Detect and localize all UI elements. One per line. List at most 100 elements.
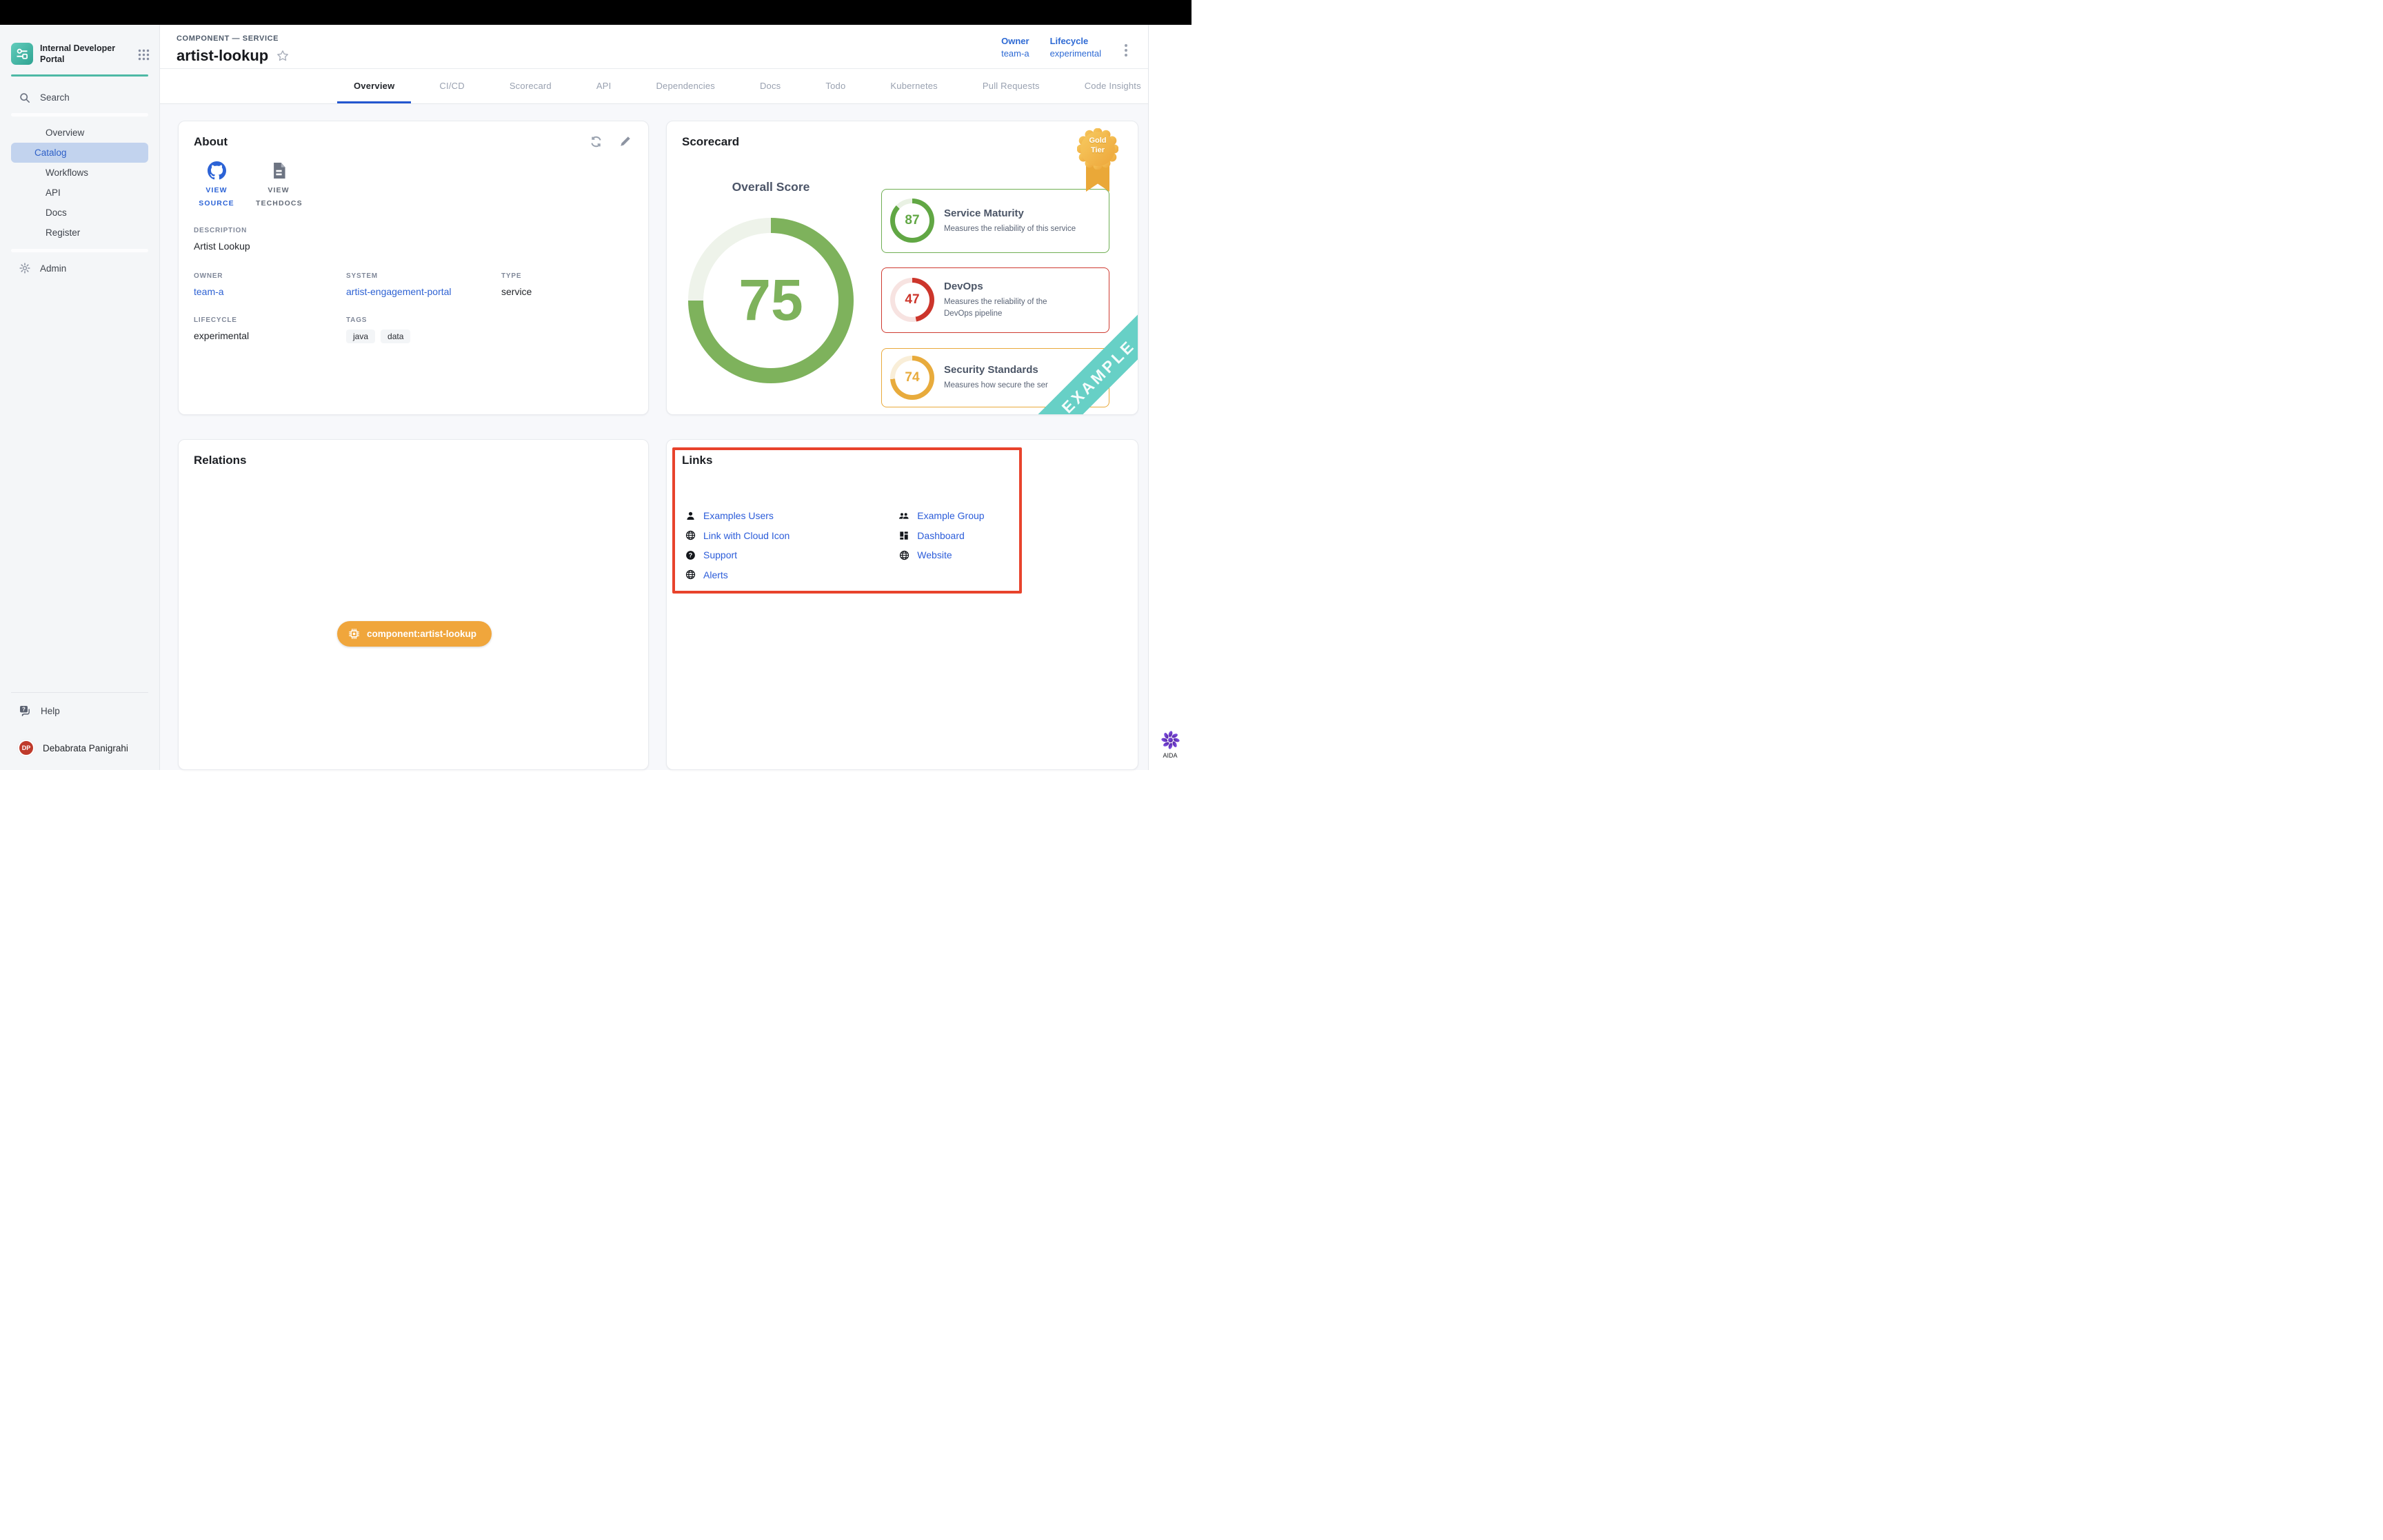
sliders-logo-icon bbox=[14, 45, 30, 62]
github-icon bbox=[208, 161, 226, 180]
entity-kind-eyebrow: COMPONENT — SERVICE bbox=[177, 34, 289, 43]
overall-score-donut: 75 bbox=[688, 218, 854, 383]
favorite-star-icon[interactable] bbox=[276, 50, 289, 62]
tag-chip[interactable]: data bbox=[381, 330, 410, 343]
search-icon bbox=[19, 92, 30, 103]
globe-icon bbox=[899, 550, 909, 560]
tab-todo[interactable]: Todo bbox=[809, 69, 862, 103]
aida-label: AIDA bbox=[1163, 752, 1177, 759]
sidebar-bottom-divider bbox=[11, 692, 148, 693]
owner-field-value[interactable]: team-a bbox=[194, 286, 346, 297]
sidebar-item-catalog[interactable]: Catalog bbox=[11, 143, 148, 163]
sidebar-search-label: Search bbox=[40, 92, 70, 103]
right-rail: AIDA bbox=[1148, 25, 1192, 770]
view-source-button[interactable]: VIEW SOURCE bbox=[194, 161, 239, 210]
lifecycle-about-field: LIFECYCLE experimental bbox=[194, 316, 346, 343]
kebab-menu-icon[interactable] bbox=[1122, 40, 1130, 61]
tags-field-label: TAGS bbox=[346, 316, 501, 324]
sidebar-item-docs[interactable]: Docs bbox=[11, 203, 148, 223]
tab-api[interactable]: API bbox=[580, 69, 628, 103]
metric-card-devops[interactable]: 47 DevOps Measures the reliability of th… bbox=[881, 267, 1109, 333]
tab-dependencies[interactable]: Dependencies bbox=[639, 69, 732, 103]
link-dashboard[interactable]: Dashboard bbox=[898, 525, 984, 545]
user-menu[interactable]: DP Debabrata Panigrahi bbox=[11, 740, 148, 756]
brand: Internal Developer Portal bbox=[0, 25, 159, 65]
gold-badge-line1: Gold bbox=[1077, 136, 1118, 146]
sidebar-item-help[interactable]: ? Help bbox=[11, 704, 148, 718]
svg-text:?: ? bbox=[22, 707, 26, 713]
sidebar-item-register[interactable]: Register bbox=[11, 223, 148, 243]
system-field-value[interactable]: artist-engagement-portal bbox=[346, 286, 501, 297]
nav-separator bbox=[11, 113, 148, 116]
gold-tier-badge: Gold Tier bbox=[1077, 128, 1118, 170]
metric-name: Service Maturity bbox=[944, 207, 1076, 219]
sidebar-item-admin[interactable]: Admin bbox=[11, 259, 148, 278]
people-icon bbox=[898, 511, 909, 521]
owner-value[interactable]: team-a bbox=[1001, 48, 1029, 59]
view-techdocs-label-line1: VIEW bbox=[256, 184, 301, 197]
view-techdocs-button[interactable]: VIEW TECHDOCS bbox=[256, 161, 301, 210]
view-source-label-line2: SOURCE bbox=[194, 197, 239, 210]
relation-node-component[interactable]: component:artist-lookup bbox=[337, 621, 492, 647]
service-maturity-ring: 87 bbox=[890, 199, 934, 243]
overall-score-value: 75 bbox=[688, 218, 854, 383]
link-link-with-cloud-icon[interactable]: Link with Cloud Icon bbox=[685, 525, 790, 545]
overall-score-label: Overall Score bbox=[688, 180, 854, 194]
page-title: artist-lookup bbox=[177, 47, 268, 65]
system-about-field: SYSTEM artist-engagement-portal bbox=[346, 272, 501, 297]
brand-divider bbox=[11, 74, 148, 77]
owner-about-field: OWNER team-a bbox=[194, 272, 346, 297]
lifecycle-value: experimental bbox=[1050, 48, 1101, 59]
tab-pull-requests[interactable]: Pull Requests bbox=[966, 69, 1056, 103]
user-name: Debabrata Panigrahi bbox=[43, 743, 128, 753]
dashboard-icon bbox=[899, 531, 909, 540]
gold-badge-line2: Tier bbox=[1077, 146, 1118, 156]
scorecard-card: Scorecard bbox=[666, 121, 1138, 415]
help-chat-icon: ? bbox=[19, 705, 31, 716]
lifecycle-field: Lifecycle experimental bbox=[1050, 36, 1101, 59]
cpu-chip-icon bbox=[348, 628, 360, 640]
lifecycle-field-label: LIFECYCLE bbox=[194, 316, 346, 324]
tab-docs[interactable]: Docs bbox=[743, 69, 797, 103]
refresh-icon[interactable] bbox=[590, 135, 603, 148]
page-header: COMPONENT — SERVICE artist-lookup Owner … bbox=[160, 25, 1148, 69]
aida-widget[interactable]: AIDA bbox=[1149, 731, 1192, 759]
sidebar: Internal Developer Portal Search Overvie… bbox=[0, 25, 160, 770]
sidebar-item-overview[interactable]: Overview bbox=[11, 123, 148, 143]
app-grid-icon[interactable] bbox=[138, 49, 150, 61]
link-alerts[interactable]: Alerts bbox=[685, 565, 790, 585]
tab-code-insights[interactable]: Code Insights bbox=[1068, 69, 1158, 103]
about-title: About bbox=[194, 135, 633, 149]
edit-pencil-icon[interactable] bbox=[619, 135, 632, 148]
view-source-label-line1: VIEW bbox=[194, 184, 239, 197]
gear-icon bbox=[19, 263, 30, 274]
link-example-group[interactable]: Example Group bbox=[898, 506, 984, 526]
description-value: Artist Lookup bbox=[194, 241, 633, 252]
link-support[interactable]: ? Support bbox=[685, 545, 790, 565]
relations-title: Relations bbox=[194, 454, 633, 467]
top-black-bar bbox=[0, 0, 1192, 25]
tag-chip[interactable]: java bbox=[346, 330, 375, 343]
system-field-label: SYSTEM bbox=[346, 272, 501, 280]
view-techdocs-label-line2: TECHDOCS bbox=[256, 197, 301, 210]
relation-node-label: component:artist-lookup bbox=[367, 629, 476, 639]
svg-text:?: ? bbox=[688, 551, 692, 558]
links-card: Links Examples Users bbox=[666, 439, 1138, 770]
sidebar-item-workflows[interactable]: Workflows bbox=[11, 163, 148, 183]
tab-bar: Overview CI/CD Scorecard API Dependencie… bbox=[160, 69, 1148, 104]
metric-name: Security Standards bbox=[944, 364, 1048, 376]
link-website[interactable]: Website bbox=[898, 545, 984, 565]
metric-card-service-maturity[interactable]: 87 Service Maturity Measures the reliabi… bbox=[881, 189, 1109, 253]
tab-scorecard[interactable]: Scorecard bbox=[493, 69, 568, 103]
avatar: DP bbox=[18, 740, 34, 756]
tab-kubernetes[interactable]: Kubernetes bbox=[874, 69, 954, 103]
tab-overview[interactable]: Overview bbox=[337, 69, 411, 103]
link-examples-users[interactable]: Examples Users bbox=[685, 506, 790, 526]
sidebar-search[interactable]: Search bbox=[11, 89, 148, 107]
nav-separator bbox=[11, 249, 148, 252]
sidebar-item-api[interactable]: API bbox=[11, 183, 148, 203]
lifecycle-field-value: experimental bbox=[194, 330, 346, 341]
tab-cicd[interactable]: CI/CD bbox=[423, 69, 481, 103]
type-field-value: service bbox=[501, 286, 633, 297]
scorecard-title: Scorecard bbox=[682, 135, 1123, 149]
